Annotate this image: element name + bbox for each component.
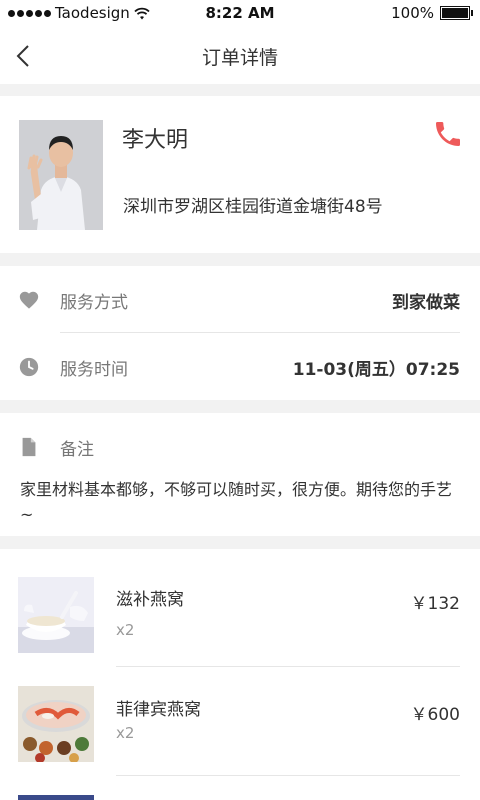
customer-address: 深圳市罗湖区桂园街道金塘街48号 [123,197,383,217]
product-quantity: x2 [116,621,135,639]
customer-card: 李大明 深圳市罗湖区桂园街道金塘街48号 [0,96,480,253]
page-title: 订单详情 [201,47,278,69]
product-quantity: x2 [116,724,135,742]
navigation-bar: 订单详情 [0,28,480,84]
clock-icon [19,357,39,377]
remark-label: 备注 [60,440,94,460]
battery-percent: 100% [391,4,434,22]
document-icon [22,437,36,457]
service-method-value: 到家做菜 [392,293,460,313]
heart-icon [19,291,39,309]
divider [116,666,460,667]
divider [60,332,460,333]
product-name: 滋补燕窝 [116,590,184,610]
product-price: ￥132 [410,594,460,614]
product-price: ￥600 [410,705,460,725]
product-name: 菲律宾燕窝 [116,700,201,720]
battery-info: 100% [391,4,473,22]
phone-icon [436,122,460,146]
customer-name: 李大明 [122,128,189,153]
avatar [19,120,103,230]
divider [116,775,460,776]
service-time-label: 服务时间 [60,360,128,380]
product-list: 滋补燕窝 x2 ￥132 菲律宾燕窝 x2 ￥600 [0,549,480,800]
service-method-label: 服务方式 [60,293,128,313]
product-image [18,795,94,800]
call-button[interactable] [432,118,464,150]
product-image [18,577,94,653]
service-card: 服务方式 到家做菜 服务时间 11-03(周五）07:25 [0,266,480,400]
remark-card: 备注 家里材料基本都够，不够可以随时买，很方便。期待您的手艺~ [0,413,480,536]
service-time-value: 11-03(周五）07:25 [292,360,460,380]
battery-icon [440,6,473,20]
remark-text: 家里材料基本都够，不够可以随时买，很方便。期待您的手艺~ [20,480,453,524]
status-bar: Taodesign 8:22 AM 100% [0,0,480,28]
product-image [18,686,94,762]
